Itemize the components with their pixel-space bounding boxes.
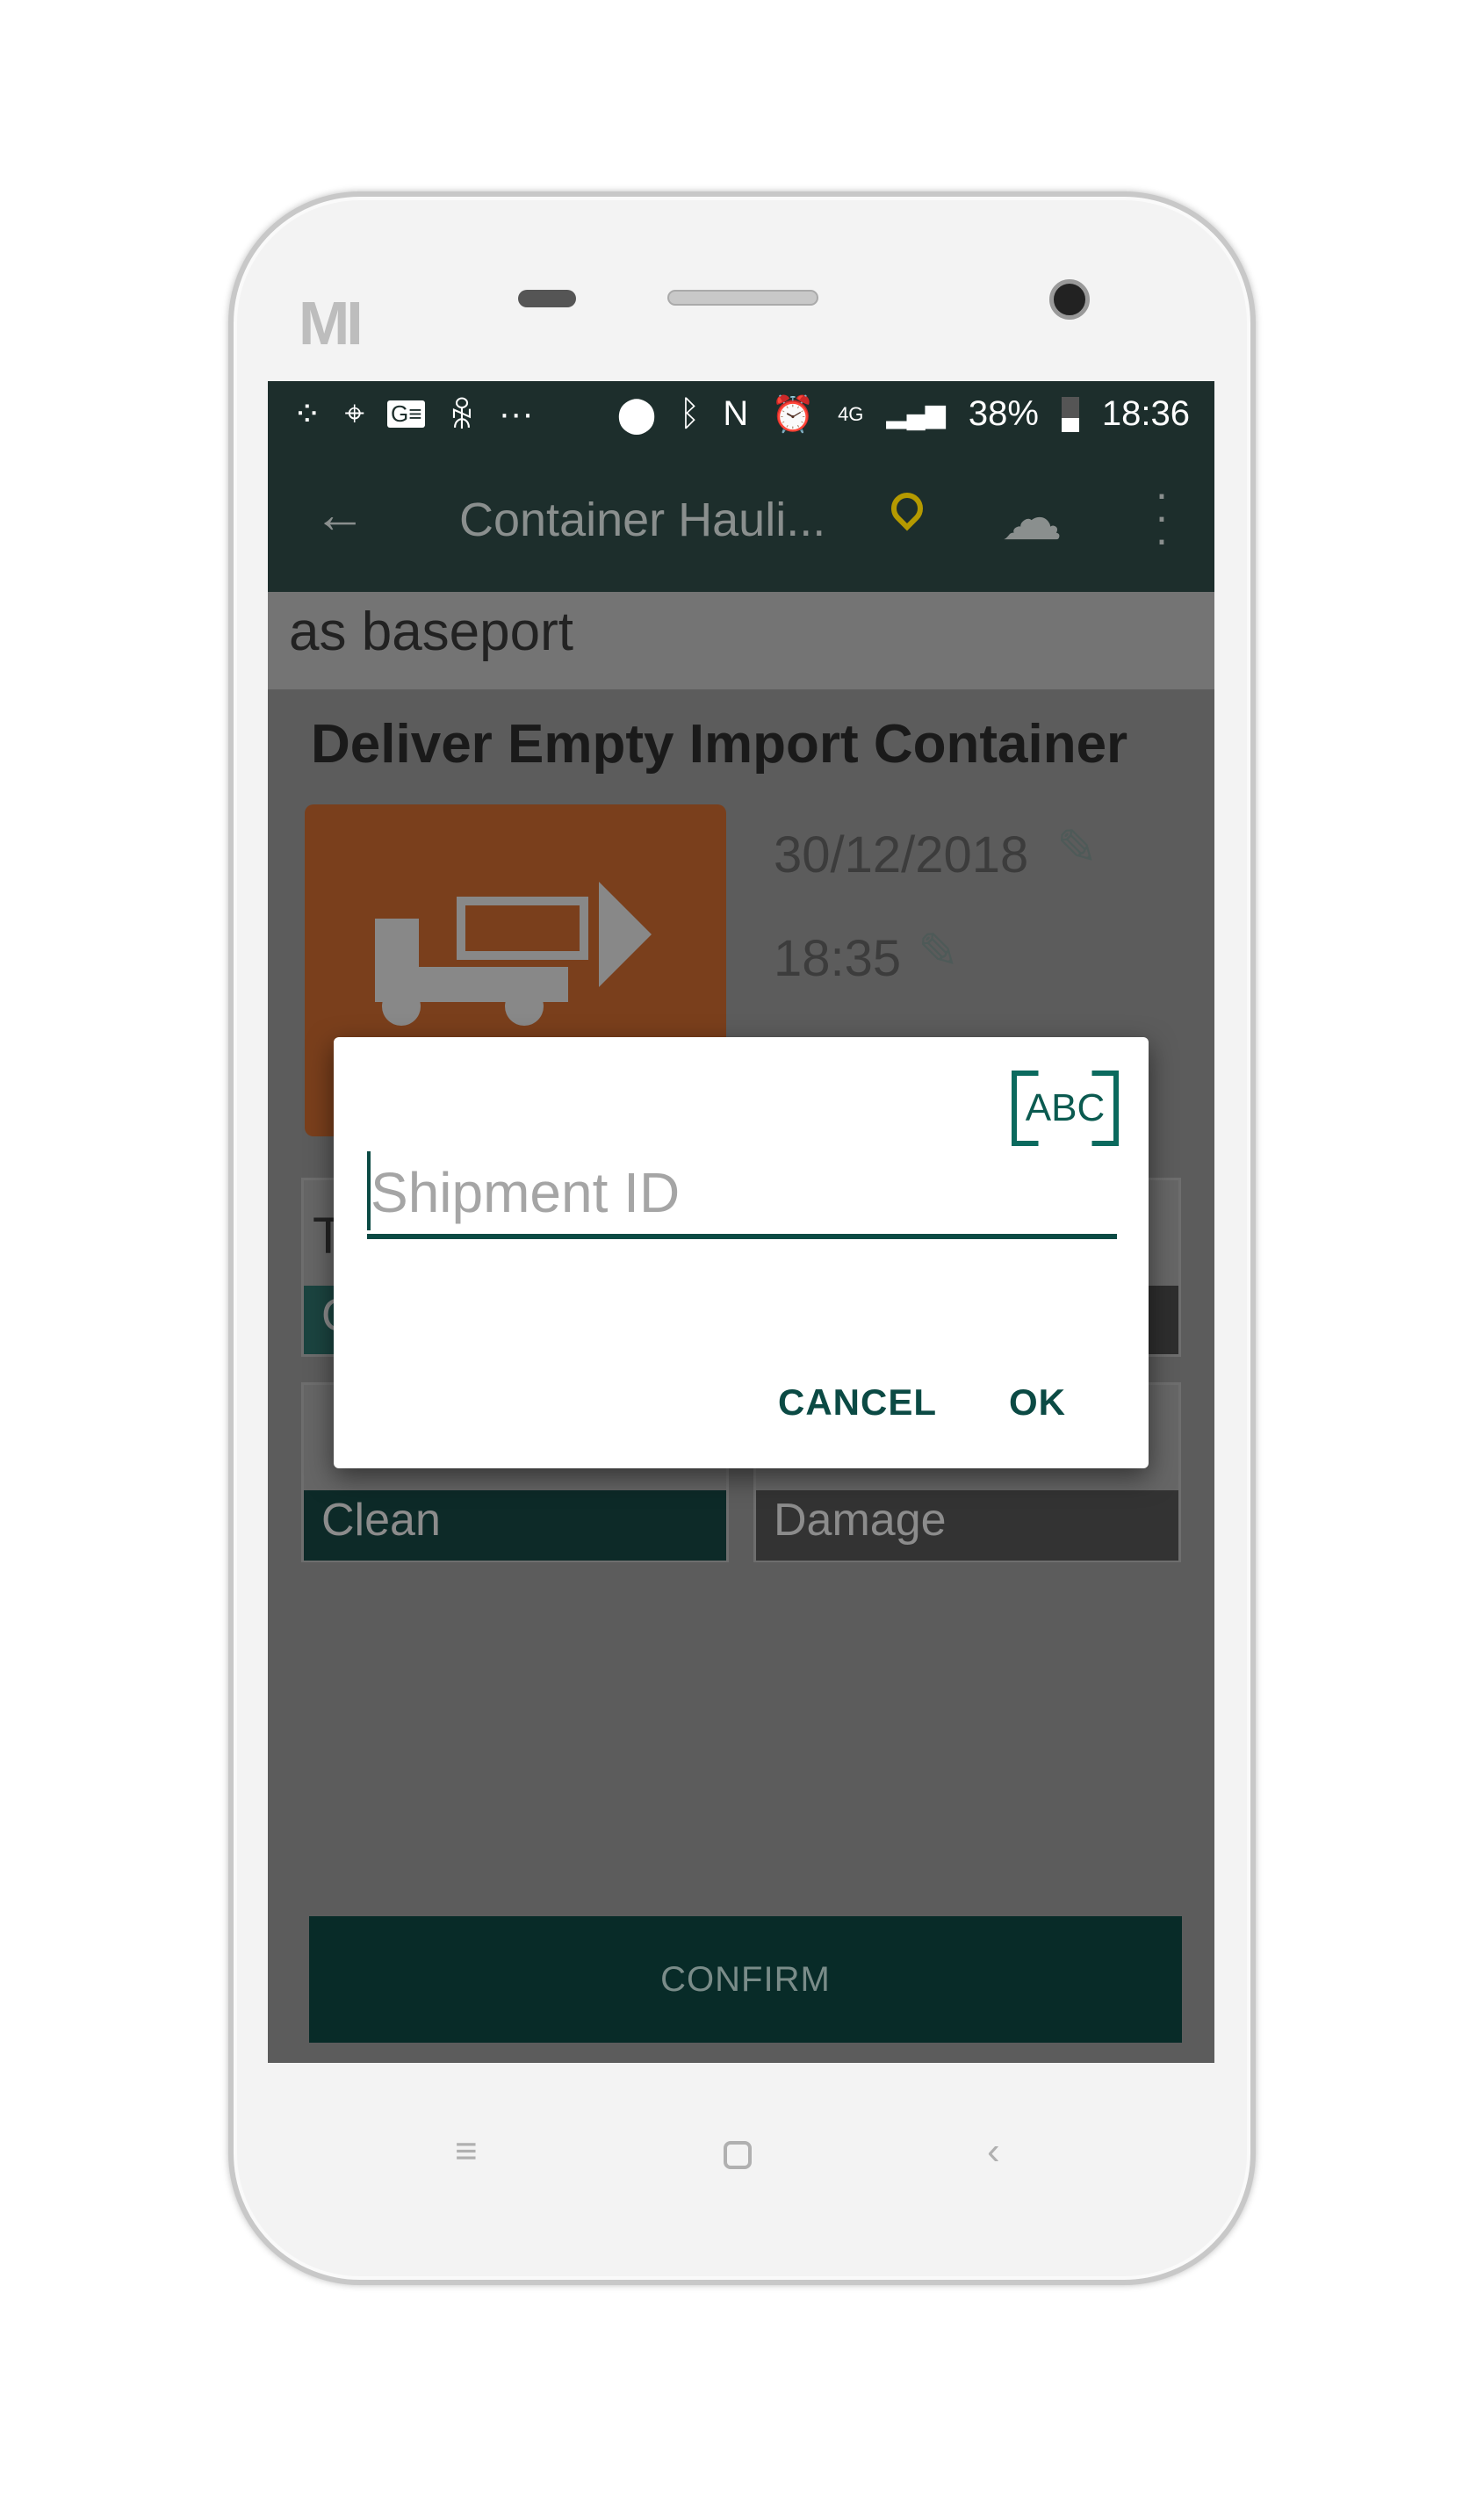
bluetooth-icon: ᛒ: [679, 394, 701, 433]
confirm-button[interactable]: CONFIRM: [309, 1916, 1182, 2043]
battery-percent: 38%: [968, 394, 1039, 433]
overflow-menu-icon[interactable]: · · ·: [1153, 472, 1171, 561]
scan-text-button[interactable]: ABC: [1012, 1071, 1119, 1146]
status-bar: ⁘ ⌖ G≡ ꆜ ··· ⬤ ᛒ N ⏰ 4G ▂▄▆ 38% 18:36: [268, 381, 1214, 447]
more-dots-icon: ···: [498, 394, 534, 433]
fitbit-icon: ⁘: [292, 394, 322, 434]
damage-label: Damage: [756, 1490, 1178, 1561]
toolbar-title: Container Hauli...: [459, 494, 826, 546]
network-label: 4G: [838, 402, 864, 425]
ok-icon: ꆜ: [448, 398, 476, 436]
brand-logo: MI: [299, 289, 364, 357]
time-value: 18:35: [774, 930, 902, 987]
back-icon[interactable]: ‹: [987, 2130, 1000, 2174]
task-title: Deliver Empty Import Container: [311, 714, 1128, 775]
cancel-button[interactable]: CANCEL: [778, 1381, 937, 1424]
battery-icon: [1061, 396, 1079, 432]
gmail-news-icon: G≡: [387, 400, 426, 428]
front-camera: [1049, 279, 1090, 320]
ok-button[interactable]: OK: [1009, 1381, 1066, 1424]
toolbar: ← Container Hauli... ☁ · · ·: [268, 447, 1214, 592]
edit-date-pencil-icon[interactable]: ✎: [1056, 818, 1098, 876]
shipment-id-dialog: ABC Shipment ID CANCEL OK: [334, 1037, 1149, 1468]
nfc-icon: N: [723, 394, 749, 433]
subheader: as baseport: [268, 592, 1214, 689]
sensor: [518, 290, 576, 307]
truck-arrow-icon: [375, 882, 652, 1026]
cloud-check-icon[interactable]: ☁: [1001, 482, 1063, 554]
alarm-icon: ⏰: [771, 395, 816, 434]
date-value: 30/12/2018: [774, 826, 1029, 883]
clock: 18:36: [1101, 394, 1190, 433]
scan-text-label: ABC: [1025, 1086, 1106, 1129]
shipment-id-input[interactable]: Shipment ID: [367, 1151, 1117, 1239]
text-cursor: [367, 1151, 371, 1230]
signal-icon: ▂▄▆: [886, 400, 946, 429]
location-icon: ⬤: [616, 394, 657, 434]
edit-time-pencil-icon[interactable]: ✎: [918, 922, 959, 980]
home-icon[interactable]: [724, 2141, 752, 2169]
location-clock-icon[interactable]: [884, 486, 930, 531]
back-arrow-icon[interactable]: ←: [313, 484, 366, 544]
clean-label: Clean: [304, 1490, 726, 1561]
maps-icon: ⌖: [344, 394, 365, 433]
earpiece-speaker: [667, 290, 818, 306]
menu-icon[interactable]: ≡: [455, 2130, 478, 2174]
